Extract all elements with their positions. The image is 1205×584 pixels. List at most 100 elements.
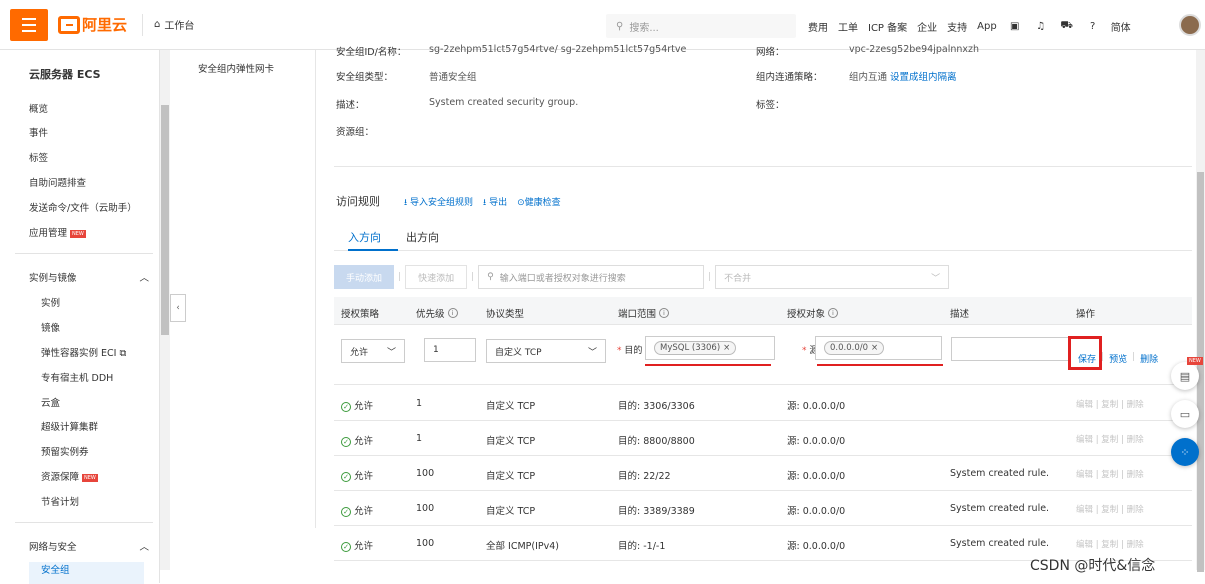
export-link[interactable]: ⭳ 导出 [483, 195, 507, 211]
info-icon[interactable]: i [828, 308, 839, 318]
close-icon[interactable]: × [871, 343, 878, 353]
menu-icon[interactable] [10, 9, 48, 41]
import-rules-link[interactable]: ⭳ 导入安全组规则 [404, 195, 473, 211]
info-icon[interactable]: i [447, 308, 458, 318]
delete-button[interactable]: 删除 [1127, 400, 1144, 410]
sidebar-item-app-management[interactable]: 应用管理 NEW [29, 225, 86, 239]
new-feature-icon[interactable]: ▤ [1171, 362, 1199, 390]
rules-search-input[interactable]: ⚲ 输入端口或者授权对象进行搜索 [478, 265, 705, 289]
sidebar-item-instance[interactable]: 实例 [41, 295, 60, 309]
link-icp[interactable]: ICP 备案 [868, 19, 907, 34]
language-switch[interactable]: 简体 [1111, 19, 1131, 34]
edit-button[interactable]: 编辑 [1076, 540, 1093, 550]
tab-inbound[interactable]: 入方向 [348, 229, 381, 245]
rule-protocol: 全部 ICMP(IPv4) [486, 541, 559, 552]
port-input[interactable]: MySQL (3306) × [645, 336, 775, 360]
copy-button[interactable]: 复制 [1101, 435, 1118, 445]
link-billing[interactable]: 费用 [808, 19, 828, 34]
sidebar-item-events[interactable]: 事件 [29, 125, 48, 139]
sidebar-item-tags[interactable]: 标签 [29, 150, 48, 164]
tab-outbound[interactable]: 出方向 [406, 229, 439, 245]
link-tickets[interactable]: 工单 [838, 19, 858, 34]
sidebar-item-ddh[interactable]: 专有宿主机 DDH [41, 370, 113, 384]
workbench-link[interactable]: ⌂ 工作台 [154, 17, 194, 32]
sidebar-item-scc[interactable]: 超级计算集群 [41, 419, 98, 433]
chat-icon[interactable]: ▭ [1171, 400, 1199, 428]
health-check-link[interactable]: ⊙健康检查 [517, 195, 561, 211]
th-source: 授权对象 i [787, 306, 839, 320]
priority-input[interactable]: 1 [424, 338, 476, 362]
rule-ops: 编辑 | 复制 | 删除 [1076, 435, 1144, 445]
tags-label: 标签： [756, 100, 785, 111]
global-search-input[interactable]: ⚲ 搜索... [606, 14, 796, 38]
aliyun-logo-mark-icon [58, 15, 80, 34]
policy-select[interactable]: 允许 ﹀ [341, 339, 405, 363]
edit-button[interactable]: 编辑 [1076, 470, 1093, 480]
edit-button[interactable]: 编辑 [1076, 435, 1093, 445]
link-enterprise[interactable]: 企业 [917, 19, 937, 34]
collapse-sidebar-button[interactable]: ‹ [170, 294, 186, 322]
apps-icon[interactable]: ⁘ [1171, 438, 1199, 466]
annotation-box [1068, 336, 1102, 370]
sidebar-item-overview[interactable]: 概览 [29, 101, 48, 115]
delete-button[interactable]: 删除 [1127, 505, 1144, 515]
delete-button[interactable]: 删除 [1127, 540, 1144, 550]
manual-add-button[interactable]: 手动添加 [334, 265, 395, 289]
check-circle-icon: ✓ [341, 437, 351, 447]
check-circle-icon: ✓ [341, 472, 351, 482]
delete-button[interactable]: 删除 [1140, 352, 1158, 365]
chevron-down-icon: ﹀ [386, 347, 396, 358]
quick-add-button[interactable]: 快速添加 [405, 265, 468, 289]
bell-icon[interactable]: ♫ [1033, 18, 1049, 34]
help-icon[interactable]: ? [1085, 18, 1101, 34]
new-badge: NEW [82, 473, 98, 482]
edit-button[interactable]: 编辑 [1076, 400, 1093, 410]
copy-button[interactable]: 复制 [1101, 400, 1118, 410]
sidebar-item-reserved[interactable]: 预留实例券 [41, 444, 89, 458]
sidebar-item-troubleshoot[interactable]: 自助问题排查 [29, 175, 86, 189]
sidebar-item-cloudbox[interactable]: 云盒 [41, 395, 60, 409]
sidebar-item-resource-guarantee[interactable]: 资源保障 NEW [41, 469, 98, 483]
sidebar-group-network[interactable]: 网络与安全 ︿ [29, 539, 149, 553]
link-support[interactable]: 支持 [947, 19, 967, 34]
delete-button[interactable]: 删除 [1127, 470, 1144, 480]
description-input[interactable] [951, 337, 1071, 361]
sidebar-item-image[interactable]: 镜像 [41, 320, 60, 334]
source-input[interactable]: 0.0.0.0/0 × [815, 336, 942, 360]
delete-button[interactable]: 删除 [1127, 435, 1144, 445]
sidebar-item-security-group[interactable]: 安全组 [29, 562, 144, 584]
rule-priority: 1 [416, 433, 423, 444]
port-tag[interactable]: MySQL (3306) × [654, 341, 737, 355]
protocol-select[interactable]: 自定义 TCP ﹀ [486, 339, 606, 363]
rules-table-header: 授权策略 优先级 i 协议类型 端口范围 i 授权对象 i 描述 操作 [334, 297, 1192, 325]
sidebar-item-savings-plan[interactable]: 节省计划 [41, 494, 79, 508]
sidebar-scroll-thumb[interactable] [161, 105, 169, 335]
rule-source: 源: 0.0.0.0/0 [787, 436, 846, 447]
sidebar: 云服务器 ECS 概览 事件 标签 自助问题排查 发送命令/文件（云助手） 应用… [0, 50, 160, 584]
preview-button[interactable]: 预览 [1109, 352, 1127, 365]
copy-button[interactable]: 复制 [1101, 505, 1118, 515]
copy-button[interactable]: 复制 [1101, 540, 1118, 550]
link-app[interactable]: App [977, 21, 997, 32]
network-value[interactable]: vpc-2zesg52be94jpalnnxzh [849, 44, 979, 55]
sidebar-group-instances[interactable]: 实例与镜像 ︿ [29, 270, 149, 284]
set-isolation-link[interactable]: 设置成组内隔离 [890, 72, 957, 83]
brand-name: 阿里云 [82, 16, 128, 34]
search-icon: ⚲ [487, 272, 494, 282]
close-icon[interactable]: × [723, 343, 730, 353]
export-icon: ⭳ [483, 198, 487, 208]
rule-source: 源: 0.0.0.0/0 [787, 506, 846, 517]
info-icon[interactable]: i [659, 308, 670, 318]
sidebar-item-send-command[interactable]: 发送命令/文件（云助手） [29, 200, 137, 214]
aliyun-logo[interactable]: 阿里云 [58, 14, 127, 35]
source-tag[interactable]: 0.0.0.0/0 × [824, 341, 885, 355]
chevron-up-icon: ︿ [139, 542, 149, 553]
terminal-icon[interactable]: ▣ [1007, 18, 1023, 34]
subnav-item-eni[interactable]: 安全组内弹性网卡 [198, 61, 274, 75]
avatar[interactable] [1179, 14, 1201, 36]
edit-button[interactable]: 编辑 [1076, 505, 1093, 515]
copy-button[interactable]: 复制 [1101, 470, 1118, 480]
merge-select[interactable]: 不合并 ﹀ [715, 265, 950, 289]
cart-icon[interactable]: ⛟ [1059, 18, 1075, 34]
sidebar-item-eci[interactable]: 弹性容器实例 ECI ⧉ [41, 345, 126, 359]
